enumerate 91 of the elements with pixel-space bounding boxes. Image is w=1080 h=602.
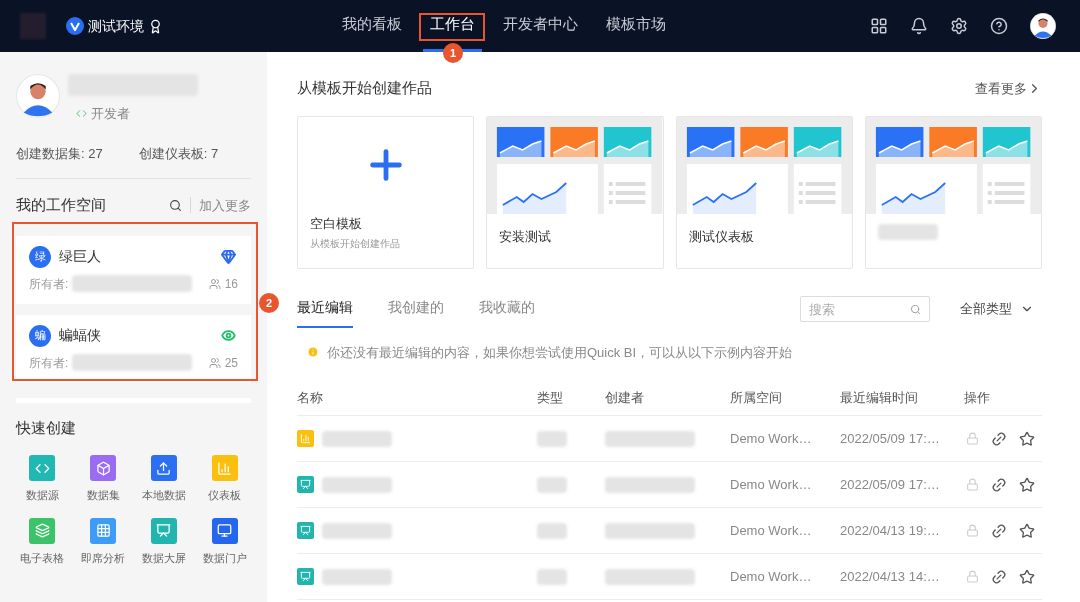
blurred-type [537, 568, 567, 585]
star-icon[interactable] [1019, 568, 1035, 585]
workspace-card[interactable]: 蝙 蝙蝠侠 所有者: 25 [16, 314, 251, 383]
nav-tab[interactable]: 开发者中心 [496, 0, 585, 52]
member-count: 16 [224, 275, 238, 293]
search-icon[interactable] [169, 198, 182, 212]
star-icon[interactable] [1019, 430, 1035, 447]
stat-text: 创建数据集: 27 [16, 144, 103, 163]
blurred-name [322, 568, 392, 585]
member-count: 25 [224, 354, 238, 372]
table-cell-text: Demo Work… [730, 521, 813, 540]
owner-label: 所有者: [29, 354, 69, 372]
nav-tab[interactable]: 模板市场 [599, 0, 673, 52]
chart-screen-icon [297, 522, 314, 539]
blurred-type [537, 476, 567, 493]
workspace-name: 蝙蝠侠 [59, 326, 101, 345]
notification-icon[interactable] [910, 17, 928, 35]
table-cell-text: 2022/04/13 14:… [840, 567, 941, 586]
template-card[interactable] [864, 115, 1042, 269]
notice-text: 你还没有最近编辑的内容，如果你想尝试使用Quick BI，可以从以下示例内容开始 [327, 343, 793, 362]
star-icon[interactable] [1019, 522, 1035, 539]
chart-screen-icon [297, 568, 314, 585]
blurred-title [877, 223, 938, 240]
user-avatar [1030, 13, 1056, 39]
profile-avatar [16, 74, 60, 118]
workspace-avatar: 蝙 [29, 324, 51, 347]
blurred-name [322, 430, 392, 447]
quick-create-item[interactable]: 仪表板 [194, 455, 255, 504]
quick-create-item[interactable]: 本地数据 [133, 455, 195, 504]
table-cell-text: 2022/04/13 19:… [840, 521, 941, 540]
logo-image [20, 13, 46, 39]
section-title: 快速创建 [16, 417, 76, 438]
members-icon [208, 356, 221, 369]
owner-label: 所有者: [29, 275, 69, 293]
members-icon [208, 277, 221, 290]
v-logo-icon [66, 17, 84, 35]
quick-create-item[interactable]: 电子表格 [12, 517, 73, 566]
help-icon[interactable] [990, 17, 1008, 35]
table-cell-text: Demo Work… [730, 567, 813, 586]
list-tab[interactable]: 我创建的 [388, 290, 444, 328]
column-header: 所属空间 [730, 388, 783, 407]
blurred-name [322, 476, 392, 493]
template-title: 测试仪表板 [688, 228, 754, 244]
section-title: 我的工作空间 [16, 195, 106, 215]
workspace-avatar: 绿 [29, 245, 51, 268]
list-tab[interactable]: 我收藏的 [479, 290, 535, 328]
table-cell-text: Demo Work… [730, 429, 813, 448]
blurred-type [537, 522, 567, 539]
highlight-frame [419, 13, 485, 41]
workspace-card[interactable]: 绿 绿巨人 所有者: 16 [16, 235, 251, 304]
environment-name: 测试环境 [88, 16, 144, 36]
template-card[interactable]: 安装测试 [486, 115, 664, 269]
template-title: 空白模板 [309, 214, 363, 233]
table-cell-text: 2022/05/09 17:… [840, 475, 941, 494]
bar-chart-icon [297, 430, 314, 447]
code-icon [76, 108, 87, 120]
search-field[interactable]: 搜索 [800, 296, 930, 322]
list-tab[interactable]: 最近编辑 [297, 290, 353, 328]
step-badge: 1 [443, 43, 463, 63]
step-badge: 2 [259, 293, 279, 313]
blurred-name [322, 522, 392, 539]
workspace-name: 绿巨人 [59, 247, 101, 266]
column-header: 名称 [297, 388, 324, 407]
quick-create-item[interactable]: 数据源 [12, 455, 73, 504]
template-card[interactable]: 空白模板 从模板开始创建作品 [297, 115, 475, 269]
blurred-type [537, 430, 567, 447]
template-subtitle: 从模板开始创建作品 [309, 237, 401, 251]
role-label: 开发者 [91, 105, 130, 123]
award-icon [148, 18, 163, 34]
table-cell-text: 2022/05/09 17:… [840, 429, 941, 448]
template-card[interactable]: 测试仪表板 [675, 115, 853, 269]
stat-text: 创建仪表板: 7 [138, 144, 219, 163]
quick-create-item[interactable]: 数据门户 [194, 517, 255, 566]
section-title: 从模板开始创建作品 [297, 78, 432, 98]
quick-create-item[interactable]: 即席分析 [72, 517, 134, 566]
column-header: 类型 [537, 388, 564, 407]
column-header: 操作 [964, 388, 991, 407]
nav-tab[interactable]: 我的看板 [335, 0, 409, 52]
quick-create-item[interactable]: 数据大屏 [133, 517, 195, 566]
star-icon[interactable] [1019, 476, 1035, 493]
column-header: 最近编辑时间 [840, 388, 919, 407]
apps-icon[interactable] [870, 17, 888, 35]
template-title: 安装测试 [499, 228, 552, 244]
column-header: 创建者 [605, 388, 645, 407]
view-more-link[interactable]: 查看更多 [975, 78, 1042, 98]
chart-screen-icon [297, 476, 314, 493]
info-icon [307, 346, 319, 359]
table-cell-text: Demo Work… [730, 475, 813, 494]
quick-create-item[interactable]: 数据集 [72, 455, 134, 504]
settings-icon[interactable] [950, 17, 968, 35]
type-filter-dropdown[interactable]: 全部类型 [960, 299, 1034, 319]
